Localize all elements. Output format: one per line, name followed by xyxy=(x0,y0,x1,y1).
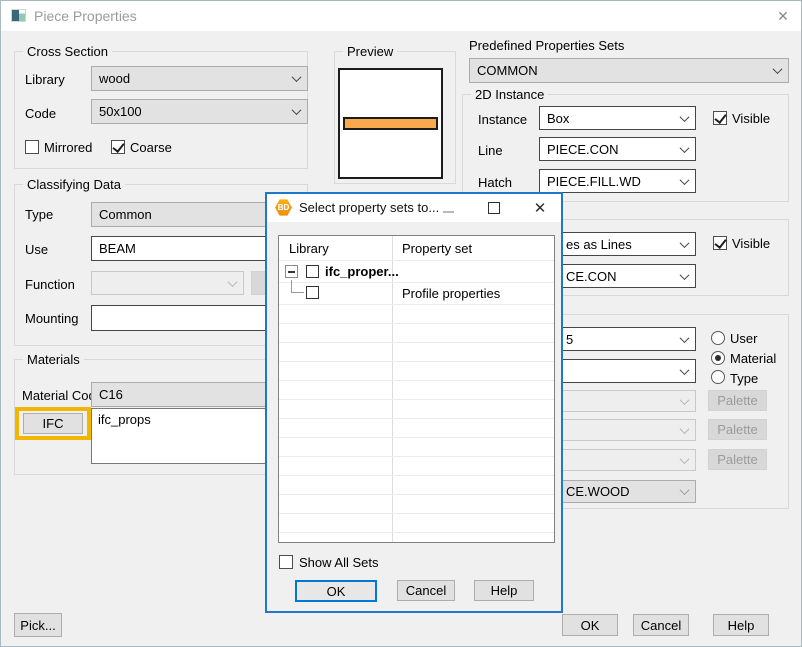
code-label: Code xyxy=(25,106,56,121)
library-checkbox[interactable] xyxy=(306,265,319,278)
user-radio-label: User xyxy=(730,331,757,346)
user-radio[interactable] xyxy=(711,331,725,345)
materials-legend: Materials xyxy=(23,352,84,367)
select-property-sets-dialog: BD Select property sets to... ✕ Library … xyxy=(265,192,563,613)
empty-row xyxy=(279,514,554,533)
maximize-icon[interactable] xyxy=(488,202,500,214)
empty-row xyxy=(279,324,554,343)
pick-button[interactable]: Pick... xyxy=(14,613,62,637)
line-select[interactable]: PIECE.CON xyxy=(539,137,696,161)
table-row[interactable]: ifc_proper... xyxy=(279,261,554,283)
empty-row xyxy=(279,381,554,400)
chevron-down-icon xyxy=(680,424,690,434)
type-label: Type xyxy=(25,207,53,222)
empty-row xyxy=(279,343,554,362)
close-icon[interactable]: ✕ xyxy=(771,6,795,26)
chevron-down-icon xyxy=(680,485,690,495)
cancel-button[interactable]: Cancel xyxy=(633,614,689,636)
preview-cross-section-bar xyxy=(343,117,438,130)
2d-visible-label: Visible xyxy=(732,111,770,126)
empty-row xyxy=(279,476,554,495)
instance-label: Instance xyxy=(478,112,527,127)
chevron-down-icon xyxy=(228,277,238,287)
coarse-checkbox[interactable] xyxy=(111,140,125,154)
minimize-icon xyxy=(443,211,454,213)
empty-row xyxy=(279,419,554,438)
modal-ok-button[interactable]: OK xyxy=(295,580,377,602)
library-label: Library xyxy=(25,72,65,87)
coarse-label: Coarse xyxy=(130,140,172,155)
predefined-sets-select[interactable]: COMMON xyxy=(469,58,789,83)
instance-select[interactable]: Box xyxy=(539,106,696,130)
empty-row xyxy=(279,400,554,419)
property-set-checkbox[interactable] xyxy=(306,286,319,299)
chevron-down-icon xyxy=(680,395,690,405)
empty-row xyxy=(279,438,554,457)
property-set-column-header: Property set xyxy=(402,241,472,256)
chevron-down-icon xyxy=(680,270,690,280)
table-row[interactable]: Profile properties xyxy=(279,283,554,305)
collapse-icon[interactable] xyxy=(285,265,298,278)
function-label: Function xyxy=(25,277,75,292)
chevron-down-icon xyxy=(292,72,302,82)
type-radio[interactable] xyxy=(711,370,725,384)
chevron-down-icon xyxy=(680,175,690,185)
show-all-sets-checkbox[interactable] xyxy=(279,555,293,569)
material-radio[interactable] xyxy=(711,351,725,365)
empty-row xyxy=(279,495,554,514)
modal-title: Select property sets to... xyxy=(299,200,439,215)
material-radio-label: Material xyxy=(730,351,776,366)
property-sets-table[interactable]: Library Property set ifc_proper... Profi… xyxy=(278,235,555,543)
chevron-down-icon xyxy=(292,105,302,115)
chevron-down-icon xyxy=(680,333,690,343)
show-all-sets-label: Show All Sets xyxy=(299,555,379,570)
empty-row xyxy=(279,362,554,381)
3d-visible-label: Visible xyxy=(732,236,770,251)
window-titlebar: Piece Properties ✕ xyxy=(1,1,801,31)
modal-help-button[interactable]: Help xyxy=(474,580,534,601)
hatch-select[interactable]: PIECE.FILL.WD xyxy=(539,169,696,193)
ok-button[interactable]: OK xyxy=(562,614,618,636)
2d-visible-checkbox[interactable] xyxy=(713,111,727,125)
function-select xyxy=(91,271,244,295)
chevron-down-icon xyxy=(680,238,690,248)
empty-row xyxy=(279,457,554,476)
predefined-sets-label: Predefined Properties Sets xyxy=(469,38,624,53)
chevron-down-icon xyxy=(680,112,690,122)
empty-row xyxy=(279,305,554,324)
chevron-down-icon xyxy=(680,143,690,153)
chevron-down-icon xyxy=(680,454,690,464)
bd-app-icon: BD xyxy=(275,199,292,216)
window-title: Piece Properties xyxy=(34,8,137,24)
app-icon xyxy=(11,9,26,22)
help-button[interactable]: Help xyxy=(713,614,769,636)
ifc-button[interactable]: IFC xyxy=(23,413,83,434)
palette-button-1: Palette xyxy=(708,390,767,411)
modal-titlebar[interactable]: BD Select property sets to... ✕ xyxy=(267,194,561,222)
palette-button-3: Palette xyxy=(708,449,767,470)
library-select[interactable]: wood xyxy=(91,66,308,91)
chevron-down-icon xyxy=(773,64,783,74)
palette-button-2: Palette xyxy=(708,419,767,440)
chevron-down-icon xyxy=(680,365,690,375)
preview-legend: Preview xyxy=(343,44,397,59)
line-label: Line xyxy=(478,143,503,158)
3d-visible-checkbox[interactable] xyxy=(713,236,727,250)
mirrored-checkbox[interactable] xyxy=(25,140,39,154)
hatch-label: Hatch xyxy=(478,175,512,190)
use-label: Use xyxy=(25,242,48,257)
mirrored-label: Mirrored xyxy=(44,140,92,155)
table-header: Library Property set xyxy=(279,236,554,261)
library-column-header: Library xyxy=(289,241,329,256)
mounting-label: Mounting xyxy=(25,311,78,326)
close-icon[interactable]: ✕ xyxy=(527,198,553,218)
modal-cancel-button[interactable]: Cancel xyxy=(397,580,455,601)
cross-section-legend: Cross Section xyxy=(23,44,112,59)
type-radio-label: Type xyxy=(730,371,758,386)
code-select[interactable]: 50x100 xyxy=(91,99,308,124)
piece-properties-window: Piece Properties ✕ Cross Section Library… xyxy=(0,0,802,647)
tree-branch-icon xyxy=(291,280,304,293)
2d-instance-legend: 2D Instance xyxy=(471,87,548,102)
classifying-data-legend: Classifying Data xyxy=(23,177,125,192)
